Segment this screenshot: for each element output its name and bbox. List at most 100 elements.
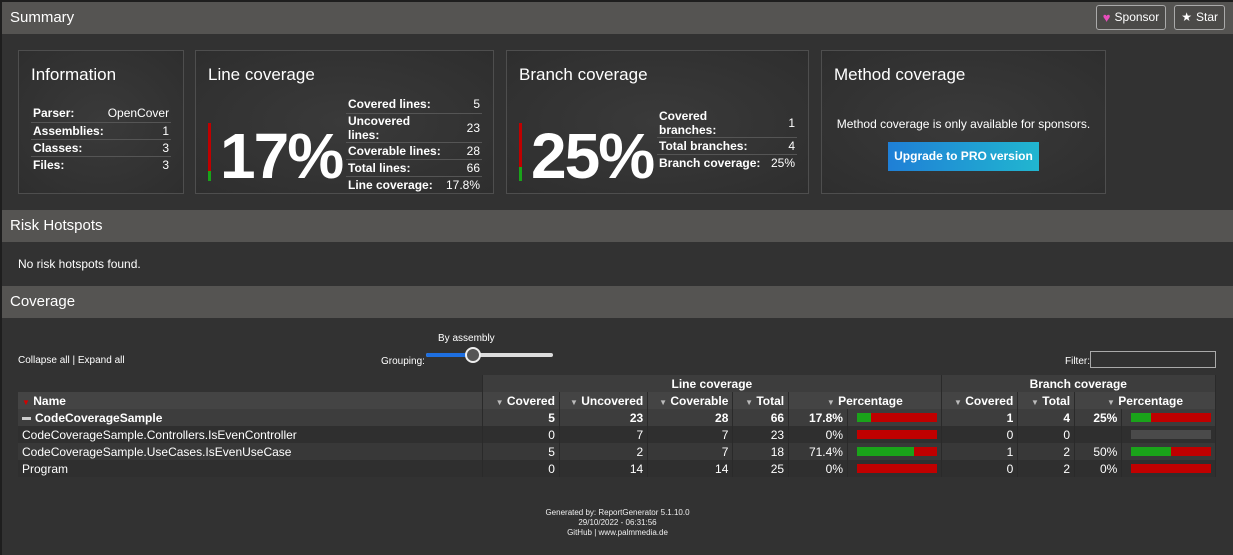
grouping-slider[interactable] <box>426 347 553 364</box>
column-label: Total <box>756 393 785 408</box>
bar-uncovered-segment <box>856 430 937 439</box>
cell-branch-percentage <box>1074 426 1123 443</box>
stat-label: Uncovered lines: <box>346 113 444 143</box>
link-separator: | <box>72 355 76 366</box>
column-covered[interactable]: ▼ Covered <box>482 392 560 409</box>
sort-icon: ▼ <box>826 397 835 407</box>
grouping-label: Grouping: <box>381 356 425 367</box>
info-row-assemblies: Assemblies: 1 <box>31 122 172 140</box>
column-label: Covered <box>965 393 1014 408</box>
information-table: Parser: OpenCover Assemblies: 1 Classes: 3 … <box>31 105 172 173</box>
bar-covered-segment <box>856 447 914 456</box>
sort-icon: ▼ <box>659 397 668 407</box>
cell-branch-covered: 0 <box>941 460 1019 477</box>
branch-coverage-bar <box>1131 447 1211 456</box>
filter-input[interactable] <box>1090 351 1216 368</box>
upgrade-pro-button[interactable]: Upgrade to PRO version <box>888 142 1039 171</box>
cell-branch-covered: 1 <box>941 443 1019 460</box>
coverage-title: Coverage <box>10 293 76 310</box>
cell-covered: 5 <box>482 443 560 460</box>
column-percentage[interactable]: ▼ Percentage <box>788 392 942 409</box>
filter-label: Filter: <box>1065 356 1090 367</box>
bar-uncovered-segment <box>870 413 937 422</box>
stat-value: 28 <box>443 142 482 160</box>
line-coverage-stats: Covered lines: 5 Uncovered lines: 23 Cover… <box>346 96 482 193</box>
column-name[interactable]: ▼ Name <box>18 392 484 409</box>
information-card: Information Parser: OpenCover Assemblies:… <box>18 50 184 194</box>
collapse-all-link[interactable]: Collapse all <box>18 355 70 366</box>
cell-uncovered: 7 <box>559 426 649 443</box>
risk-hotspots-title: Risk Hotspots <box>10 217 103 234</box>
cell-total: 25 <box>732 460 790 477</box>
stat-row: Total lines: 66 <box>346 159 482 177</box>
class-name-link[interactable]: CodeCoverageSample.Controllers.IsEvenCon… <box>18 426 484 443</box>
cell-coverable: 28 <box>647 409 734 426</box>
cell-branch-bar <box>1121 409 1216 426</box>
cell-branch-total: 2 <box>1017 443 1076 460</box>
class-name-link[interactable]: Program <box>18 460 484 477</box>
cell-covered: 0 <box>482 426 560 443</box>
stat-row: Uncovered lines: 23 <box>346 113 482 143</box>
column-header-row: ▼ Name ▼ Covered ▼ Uncovered ▼ Coverable… <box>18 392 1216 409</box>
coverage-table: Line coverage Branch coverage ▼ Name ▼ C… <box>18 375 1217 477</box>
gauge-covered <box>519 166 522 181</box>
column-branch-percentage[interactable]: ▼ Percentage <box>1074 392 1216 409</box>
assembly-row[interactable]: CodeCoverageSample 5 23 28 66 17.8% 1 4 … <box>18 409 1216 426</box>
method-coverage-card: Method coverage Method coverage is only … <box>821 50 1106 194</box>
information-title: Information <box>31 65 117 84</box>
column-coverable[interactable]: ▼ Coverable <box>647 392 734 409</box>
cell-percentage: 0% <box>788 460 848 477</box>
column-branch-covered[interactable]: ▼ Covered <box>941 392 1019 409</box>
stat-value: 66 <box>443 159 482 177</box>
star-button[interactable]: ★ Star <box>1174 5 1225 30</box>
github-link[interactable]: GitHub <box>567 528 592 537</box>
branch-coverage-stats: Covered branches: 1 Total branches: 4 Bran… <box>657 109 797 172</box>
sort-icon: ▼ <box>495 397 504 407</box>
stat-row: Coverable lines: 28 <box>346 142 482 160</box>
cell-total: 23 <box>732 426 790 443</box>
grouping-value: By assembly <box>438 333 495 344</box>
generated-by: Generated by: ReportGenerator 5.1.10.0 <box>545 508 690 517</box>
stat-label: Branch coverage: <box>659 156 761 171</box>
info-value: 1 <box>105 122 172 140</box>
expand-all-link[interactable]: Expand all <box>78 355 125 366</box>
empty-header <box>18 375 484 392</box>
method-coverage-title: Method coverage <box>834 65 966 84</box>
cell-branch-total: 2 <box>1017 460 1076 477</box>
bar-uncovered-segment <box>856 464 937 473</box>
website-link[interactable]: www.palmmedia.de <box>599 528 668 537</box>
cell-line-bar <box>847 426 942 443</box>
cell-total: 66 <box>732 409 790 426</box>
class-row: CodeCoverageSample.Controllers.IsEvenCon… <box>18 426 1216 443</box>
assembly-name: CodeCoverageSample <box>35 410 163 425</box>
column-uncovered[interactable]: ▼ Uncovered <box>559 392 649 409</box>
branch-coverage-title: Branch coverage <box>519 65 648 84</box>
risk-hotspots-header: Risk Hotspots <box>2 210 1233 242</box>
cell-percentage: 0% <box>788 426 848 443</box>
collapse-expand-links: Collapse all | Expand all <box>18 355 125 366</box>
sort-icon: ▼ <box>569 397 578 407</box>
gauge-uncovered <box>519 123 522 167</box>
stat-row: Covered branches: 1 <box>657 109 797 138</box>
cell-branch-total: 4 <box>1017 409 1076 426</box>
sort-icon: ▼ <box>1031 397 1039 407</box>
group-header-row: Line coverage Branch coverage <box>18 375 1217 392</box>
class-name-link[interactable]: CodeCoverageSample.UseCases.IsEvenUseCas… <box>18 443 484 460</box>
slider-thumb[interactable] <box>464 347 481 363</box>
sponsor-button[interactable]: ♥ Sponsor <box>1095 5 1167 30</box>
column-label: Percentage <box>838 393 903 408</box>
column-branch-total[interactable]: ▼ Total <box>1017 392 1076 409</box>
cell-coverable: 14 <box>647 460 734 477</box>
stat-label: Coverable lines: <box>346 142 444 160</box>
cell-total: 18 <box>732 443 790 460</box>
cell-branch-total: 0 <box>1017 426 1076 443</box>
column-label: Coverable <box>670 393 729 408</box>
sort-icon: ▼ <box>1107 397 1115 407</box>
cell-covered: 5 <box>482 409 560 426</box>
assembly-name-cell[interactable]: CodeCoverageSample <box>18 409 484 426</box>
branch-coverage-percent: 25% <box>531 120 655 192</box>
column-total[interactable]: ▼ Total <box>732 392 790 409</box>
collapse-icon[interactable] <box>22 416 31 420</box>
summary-cards: Information Parser: OpenCover Assemblies:… <box>2 34 1233 210</box>
stat-label: Line coverage: <box>348 177 433 192</box>
